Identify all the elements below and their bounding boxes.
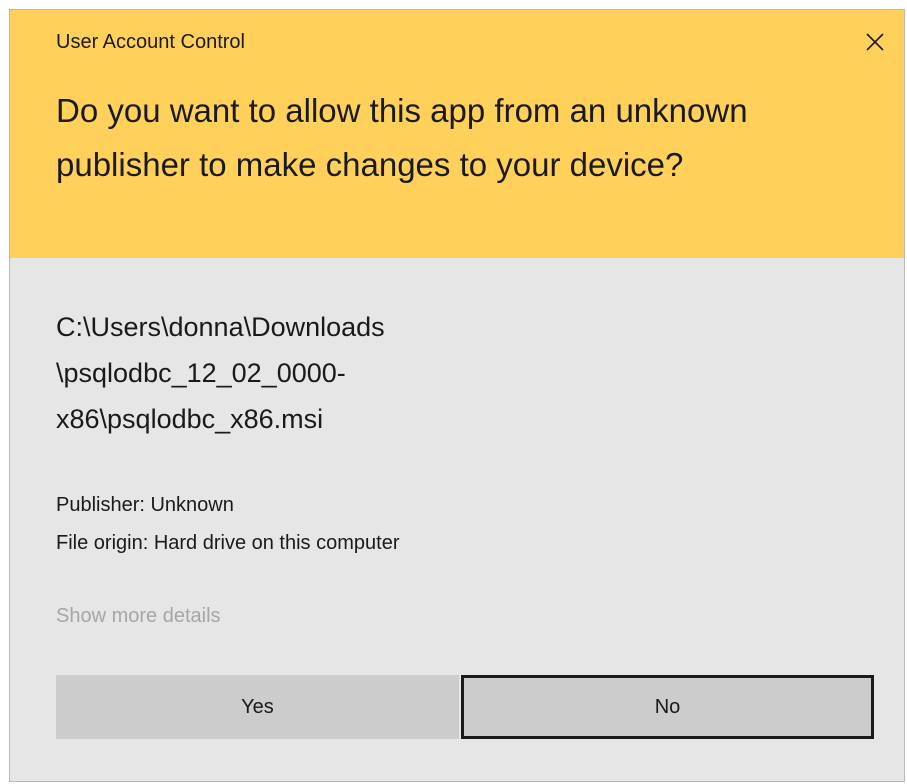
close-icon xyxy=(866,33,884,51)
file-origin-text: File origin: Hard drive on this computer xyxy=(56,532,400,554)
yes-button[interactable]: Yes xyxy=(56,675,459,739)
program-path-line: x86\psqlodbc_x86.msi xyxy=(56,404,324,434)
show-more-details-link[interactable]: Show more details xyxy=(56,602,221,630)
program-path-line: \psqlodbc_12_02_0000- xyxy=(56,358,346,388)
publisher-text: Publisher: Unknown xyxy=(56,494,234,516)
close-button[interactable] xyxy=(846,18,904,66)
dialog-header: User Account Control Do you want to allo… xyxy=(10,10,904,258)
program-path: C:\Users\donna\Downloads \psqlodbc_12_02… xyxy=(56,304,576,442)
window-title: User Account Control xyxy=(56,31,245,53)
uac-dialog: User Account Control Do you want to allo… xyxy=(9,9,905,782)
no-button[interactable]: No xyxy=(461,675,874,739)
program-path-line: C:\Users\donna\Downloads xyxy=(56,312,385,342)
program-info: Publisher: Unknown File origin: Hard dri… xyxy=(56,486,399,562)
prompt-question: Do you want to allow this app from an un… xyxy=(56,92,748,183)
